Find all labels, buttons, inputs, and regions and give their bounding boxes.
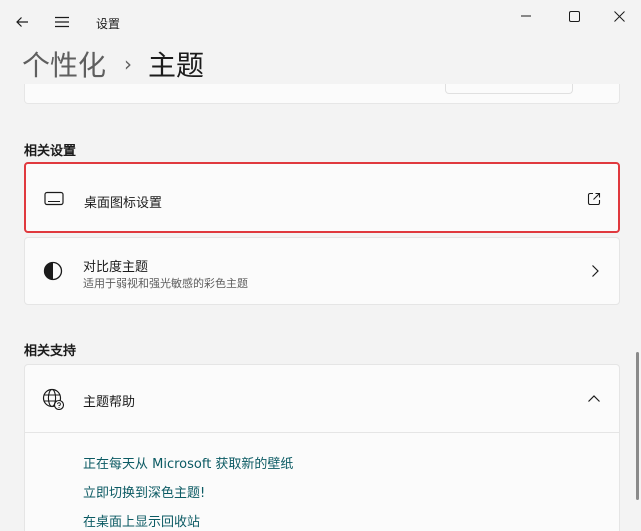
contrast-themes-label: 对比度主题 — [83, 260, 149, 275]
help-link-daily-wallpaper[interactable]: 正在每天从 Microsoft 获取新的壁纸 — [83, 453, 293, 472]
vertical-scrollbar[interactable] — [636, 352, 639, 500]
scrolled-card-button[interactable] — [445, 84, 573, 94]
help-link-dark-theme[interactable]: 立即切换到深色主题! — [83, 482, 205, 501]
related-support-heading: 相关支持 — [24, 344, 77, 359]
breadcrumb: 个性化 › 主题 — [22, 44, 204, 84]
theme-help-header[interactable]: 主题帮助 — [25, 365, 619, 432]
chevron-up-icon — [584, 389, 604, 409]
window-title: 设置 — [96, 17, 121, 31]
external-link-icon — [584, 189, 604, 209]
back-button[interactable] — [10, 10, 34, 34]
related-settings-heading: 相关设置 — [24, 144, 77, 159]
chevron-right-icon — [585, 261, 605, 281]
theme-help-card: 主题帮助 正在每天从 Microsoft 获取新的壁纸 立即切换到深色主题! 在… — [24, 364, 620, 531]
help-link-recycle-bin[interactable]: 在桌面上显示回收站 — [83, 511, 200, 530]
close-button[interactable] — [596, 0, 641, 32]
globe-help-icon — [42, 388, 64, 410]
minimize-button[interactable] — [503, 0, 549, 32]
title-bar: 设置 — [0, 0, 641, 42]
divider — [25, 432, 619, 433]
close-icon — [613, 10, 625, 22]
minimize-icon — [521, 15, 531, 17]
desktop-icon-settings-card[interactable]: 桌面图标设置 — [24, 162, 620, 233]
scrolled-card-bottom — [24, 84, 620, 104]
breadcrumb-parent-link[interactable]: 个性化 — [22, 44, 106, 84]
monitor-icon — [43, 188, 65, 210]
contrast-themes-description: 适用于弱视和强光敏感的彩色主题 — [83, 277, 248, 290]
navigation-menu-button[interactable] — [50, 10, 74, 34]
breadcrumb-chevron-icon: › — [124, 52, 133, 76]
theme-help-label: 主题帮助 — [83, 395, 136, 410]
maximize-icon — [568, 10, 580, 22]
maximize-button[interactable] — [551, 0, 597, 32]
hamburger-icon — [55, 16, 69, 28]
desktop-icon-settings-label: 桌面图标设置 — [84, 196, 163, 211]
settings-window: 设置 个性化 › 主题 相关设置 桌面图标设置 对比度主题 适用于弱视和强光敏感… — [0, 0, 641, 531]
contrast-themes-card[interactable]: 对比度主题 适用于弱视和强光敏感的彩色主题 — [24, 237, 620, 305]
contrast-icon — [42, 260, 64, 282]
back-arrow-icon — [16, 17, 28, 27]
page-title: 主题 — [148, 49, 205, 82]
